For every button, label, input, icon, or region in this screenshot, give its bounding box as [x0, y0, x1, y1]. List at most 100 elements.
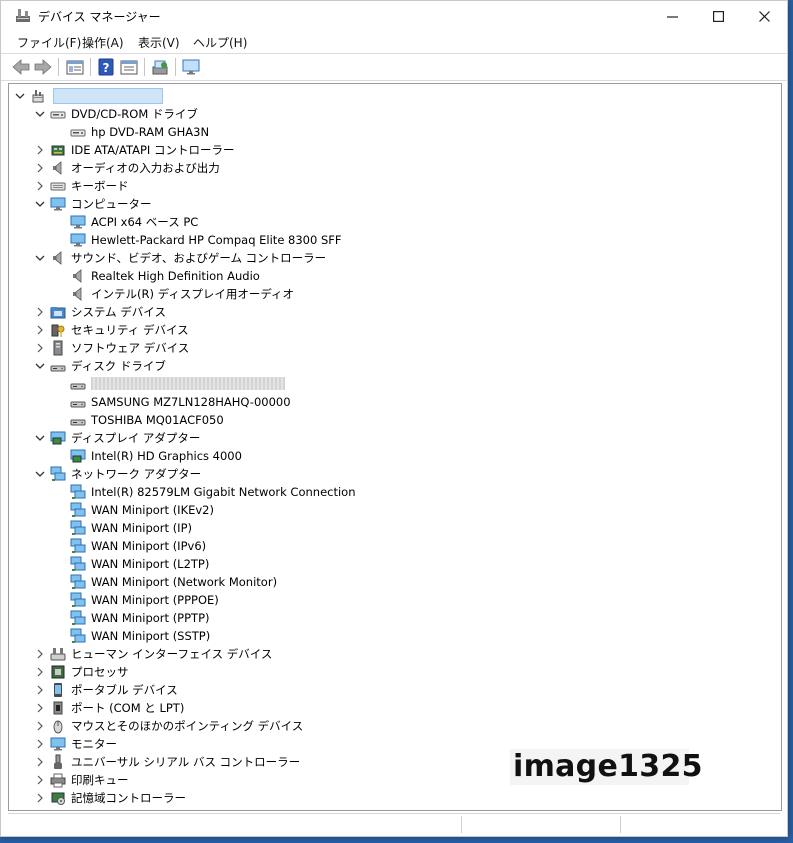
chevron-down-icon[interactable] [34, 195, 46, 213]
tree-device[interactable]: TOSHIBA MQ01ACF050 [9, 411, 779, 429]
tree-category[interactable]: システム デバイス [9, 303, 779, 321]
tree-category[interactable]: ソフトウェア デバイス [9, 339, 779, 357]
tree-category[interactable]: マウスとそのほかのポインティング デバイス [9, 717, 779, 735]
help-icon[interactable]: ? [96, 57, 116, 77]
chevron-down-icon[interactable] [14, 87, 26, 105]
menu-file[interactable]: ファイル(F) [17, 34, 81, 51]
tree-device[interactable]: Realtek High Definition Audio [9, 267, 779, 285]
chevron-right-icon[interactable] [34, 717, 46, 735]
device-manager-app-icon [16, 9, 30, 22]
disk-icon [70, 383, 86, 390]
tree-node-label: TOSHIBA MQ01ACF050 [91, 413, 224, 427]
forward-icon[interactable] [33, 57, 53, 77]
maximize-button[interactable] [695, 1, 741, 31]
redacted-name [53, 88, 163, 104]
chevron-right-icon[interactable] [34, 177, 46, 195]
status-bar [8, 813, 780, 834]
tree-category[interactable]: ディスプレイ アダプター [9, 429, 779, 447]
tree-device[interactable]: hp DVD-RAM GHA3N [9, 123, 779, 141]
tree-device[interactable]: Intel(R) 82579LM Gigabit Network Connect… [9, 483, 779, 501]
back-icon[interactable] [11, 57, 31, 77]
tree-device[interactable]: WAN Miniport (IP) [9, 519, 779, 537]
chevron-down-icon[interactable] [34, 465, 46, 483]
chevron-right-icon[interactable] [34, 789, 46, 807]
tree-device[interactable] [9, 375, 779, 393]
close-button[interactable] [741, 1, 787, 31]
toolbar: ? [1, 53, 787, 80]
tree-category[interactable]: 記憶域コントローラー [9, 789, 779, 807]
tree-category[interactable]: キーボード [9, 177, 779, 195]
menu-help[interactable]: ヘルプ(H) [193, 34, 247, 51]
properties-icon[interactable] [119, 57, 139, 77]
tree-node-label: ディスプレイ アダプター [71, 431, 201, 445]
chevron-right-icon[interactable] [34, 141, 46, 159]
device-tree[interactable]: DVD/CD-ROM ドライブ hp DVD-RAM GHA3N IDE ATA/A… [8, 83, 782, 811]
tree-node-label: ユニバーサル シリアル バス コントローラー [71, 755, 301, 769]
tree-device[interactable]: SAMSUNG MZ7LN128HAHQ-00000 [9, 393, 779, 411]
tree-category[interactable]: サウンド、ビデオ、およびゲーム コントローラー [9, 249, 779, 267]
menu-action[interactable]: 操作(A) [82, 34, 124, 51]
tree-node-label: Hewlett-Packard HP Compaq Elite 8300 SFF [91, 233, 342, 247]
tree-node-label: システム デバイス [71, 305, 166, 319]
window-title: デバイス マネージャー [38, 10, 161, 24]
display-adapter-icon [70, 449, 86, 463]
tree-category[interactable]: セキュリティ デバイス [9, 321, 779, 339]
chevron-right-icon[interactable] [34, 303, 46, 321]
tree-device[interactable]: ACPI x64 ベース PC [9, 213, 779, 231]
chevron-right-icon[interactable] [34, 339, 46, 357]
tree-device[interactable]: WAN Miniport (SSTP) [9, 627, 779, 645]
tree-device[interactable]: Hewlett-Packard HP Compaq Elite 8300 SFF [9, 231, 779, 249]
chevron-right-icon[interactable] [34, 663, 46, 681]
tree-category[interactable]: ポータブル デバイス [9, 681, 779, 699]
tree-node-label: マウスとそのほかのポインティング デバイス [71, 719, 304, 733]
tree-category[interactable]: IDE ATA/ATAPI コントローラー [9, 141, 779, 159]
key-icon [51, 324, 65, 337]
chevron-right-icon[interactable] [34, 753, 46, 771]
chevron-right-icon[interactable] [34, 159, 46, 177]
tree-node-label: オーディオの入力および出力 [71, 161, 220, 175]
chevron-right-icon[interactable] [34, 681, 46, 699]
tree-device[interactable]: WAN Miniport (IKEv2) [9, 501, 779, 519]
tree-category[interactable]: ネットワーク アダプター [9, 465, 779, 483]
tree-device[interactable]: WAN Miniport (PPPOE) [9, 591, 779, 609]
tree-node-label: WAN Miniport (SSTP) [91, 629, 211, 643]
tree-device[interactable]: WAN Miniport (L2TP) [9, 555, 779, 573]
tree-root-node[interactable] [9, 87, 779, 105]
monitor-icon [70, 233, 86, 247]
tree-category[interactable]: オーディオの入力および出力 [9, 159, 779, 177]
tree-device[interactable]: WAN Miniport (IPv6) [9, 537, 779, 555]
minimize-button[interactable] [649, 1, 695, 31]
network-icon [70, 610, 86, 625]
monitor-icon [70, 215, 86, 229]
chevron-right-icon[interactable] [34, 771, 46, 789]
chevron-right-icon[interactable] [34, 321, 46, 339]
tree-device[interactable]: WAN Miniport (PPTP) [9, 609, 779, 627]
title-bar[interactable]: デバイス マネージャー [1, 1, 787, 31]
tree-node-label: ポート (COM と LPT) [71, 701, 185, 715]
menu-view[interactable]: 表示(V) [138, 34, 180, 51]
tree-device[interactable]: WAN Miniport (Network Monitor) [9, 573, 779, 591]
device-manager-window: デバイス マネージャー ファイル(F) 操作(A) 表示(V) ヘルプ(H) ?… [0, 0, 788, 837]
tree-category[interactable]: ポート (COM と LPT) [9, 699, 779, 717]
tree-category[interactable]: ディスク ドライブ [9, 357, 779, 375]
tree-category[interactable]: プロセッサ [9, 663, 779, 681]
tree-device[interactable]: インテル(R) ディスプレイ用オーディオ [9, 285, 779, 303]
tree-category[interactable]: コンピューター [9, 195, 779, 213]
chevron-down-icon[interactable] [34, 357, 46, 375]
tree-category[interactable]: DVD/CD-ROM ドライブ [9, 105, 779, 123]
monitor-icon[interactable] [181, 57, 201, 77]
chevron-down-icon[interactable] [34, 249, 46, 267]
minimize-icon [666, 15, 678, 18]
chevron-right-icon[interactable] [34, 699, 46, 717]
scan-hardware-icon[interactable] [150, 57, 170, 77]
tree-node-label: ACPI x64 ベース PC [91, 215, 199, 229]
tree-category[interactable]: ヒューマン インターフェイス デバイス [9, 645, 779, 663]
chevron-down-icon[interactable] [34, 105, 46, 123]
menu-bar: ファイル(F) 操作(A) 表示(V) ヘルプ(H) [1, 31, 787, 52]
chevron-right-icon[interactable] [34, 645, 46, 663]
chevron-right-icon[interactable] [34, 735, 46, 753]
show-hide-tree-icon[interactable] [65, 57, 85, 77]
tree-device[interactable]: Intel(R) HD Graphics 4000 [9, 447, 779, 465]
tree-node-label: ヒューマン インターフェイス デバイス [71, 647, 273, 661]
chevron-down-icon[interactable] [34, 429, 46, 447]
